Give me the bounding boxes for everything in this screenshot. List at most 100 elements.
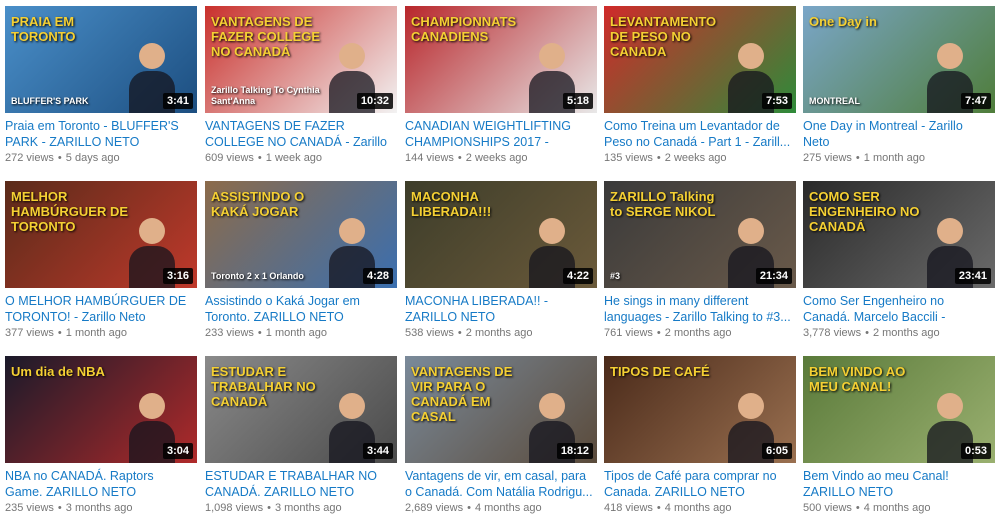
video-meta: 761 views • 2 months ago xyxy=(604,326,796,340)
video-card[interactable]: LEVANTAMENTO DE PESO NO CANADA 7:53 Como T… xyxy=(604,6,796,165)
upload-age: 3 months ago xyxy=(274,502,342,514)
video-meta: 233 views • 1 month ago xyxy=(205,326,397,340)
upload-age: 2 months ago xyxy=(465,327,533,339)
video-meta: 144 views • 2 weeks ago xyxy=(405,151,597,165)
video-thumbnail[interactable]: BEM VINDO AO MEU CANAL! 0:53 xyxy=(803,356,995,463)
video-card[interactable]: ASSISTINDO O KAKÁ JOGAR Toronto 2 x 1 Orl… xyxy=(205,181,397,340)
video-card[interactable]: COMO SER ENGENHEIRO NO CANADÁ 23:41 Como S… xyxy=(803,181,995,340)
view-count: 1,098 views xyxy=(205,502,264,514)
video-title-link[interactable]: Como Ser Engenheiro no Canadá. Marcelo B… xyxy=(803,293,995,325)
separator-dot: • xyxy=(656,152,661,164)
duration-badge: 3:04 xyxy=(162,443,193,459)
video-thumbnail[interactable]: PRAIA EM TORONTO BLUFFER'S PARK 3:41 xyxy=(5,6,197,113)
video-meta: 418 views • 4 months ago xyxy=(604,501,796,515)
video-card[interactable]: VANTAGENS DE FAZER COLLEGE NO CANADÁ Zari… xyxy=(205,6,397,165)
thumbnail-text: CHAMPIONNATS CANADIENS xyxy=(411,14,517,44)
separator-dot: • xyxy=(865,327,869,339)
video-thumbnail[interactable]: ASSISTINDO O KAKÁ JOGAR Toronto 2 x 1 Orl… xyxy=(205,181,397,288)
separator-dot: • xyxy=(656,502,661,514)
duration-badge: 21:34 xyxy=(755,268,792,284)
video-thumbnail[interactable]: Um dia de NBA 3:04 xyxy=(5,356,197,463)
view-count: 144 views xyxy=(405,152,454,164)
video-meta: 272 views • 5 days ago xyxy=(5,151,197,165)
thumbnail-subtext: BLUFFER'S PARK xyxy=(11,96,89,106)
duration-badge: 4:22 xyxy=(562,268,593,284)
video-meta: 538 views • 2 months ago xyxy=(405,326,597,340)
video-thumbnail[interactable]: LEVANTAMENTO DE PESO NO CANADA 7:53 xyxy=(604,6,796,113)
video-grid: PRAIA EM TORONTO BLUFFER'S PARK 3:41 Praia … xyxy=(0,0,1000,520)
video-meta: 377 views • 1 month ago xyxy=(5,326,197,340)
video-title-link[interactable]: Bem Vindo ao meu Canal! ZARILLO NETO xyxy=(803,468,995,500)
video-card[interactable]: Um dia de NBA 3:04 NBA no CANADÁ. Raptors … xyxy=(5,356,197,515)
thumbnail-text: VANTAGENS DE VIR PARA O CANADÁ EM CASAL xyxy=(411,364,513,424)
video-card[interactable]: VANTAGENS DE VIR PARA O CANADÁ EM CASAL 1… xyxy=(405,356,597,515)
video-card[interactable]: MACONHA LIBERADA!!! 4:22 MACONHA LIBERADA!… xyxy=(405,181,597,340)
duration-badge: 5:18 xyxy=(562,93,593,109)
upload-age: 5 days ago xyxy=(65,152,120,164)
duration-badge: 4:28 xyxy=(362,268,393,284)
video-meta: 3,778 views • 2 months ago xyxy=(803,326,995,340)
upload-age: 1 month ago xyxy=(265,327,327,339)
upload-age: 4 months ago xyxy=(664,502,732,514)
video-title-link[interactable]: Como Treina um Levantador de Peso no Can… xyxy=(604,118,796,150)
video-title-link[interactable]: MACONHA LIBERADA!! - ZARILLO NETO xyxy=(405,293,597,325)
video-title-link[interactable]: He sings in many different languages - Z… xyxy=(604,293,796,325)
video-thumbnail[interactable]: ZARILLO Talking to SERGE NIKOL #3 21:34 xyxy=(604,181,796,288)
duration-badge: 10:32 xyxy=(356,93,393,109)
video-card[interactable]: ESTUDAR E TRABALHAR NO CANADÁ 3:44 ESTUDAR… xyxy=(205,356,397,515)
video-thumbnail[interactable]: VANTAGENS DE VIR PARA O CANADÁ EM CASAL 1… xyxy=(405,356,597,463)
upload-age: 4 months ago xyxy=(474,502,542,514)
video-title-link[interactable]: Vantagens de vir, em casal, para o Canad… xyxy=(405,468,597,500)
video-card[interactable]: PRAIA EM TORONTO BLUFFER'S PARK 3:41 Praia … xyxy=(5,6,197,165)
view-count: 377 views xyxy=(5,327,54,339)
thumbnail-text: COMO SER ENGENHEIRO NO CANADÁ xyxy=(809,189,920,234)
upload-age: 1 month ago xyxy=(65,327,127,339)
video-thumbnail[interactable]: COMO SER ENGENHEIRO NO CANADÁ 23:41 xyxy=(803,181,995,288)
separator-dot: • xyxy=(257,152,262,164)
thumbnail-text: Um dia de NBA xyxy=(11,364,105,379)
video-thumbnail[interactable]: MACONHA LIBERADA!!! 4:22 xyxy=(405,181,597,288)
video-thumbnail[interactable]: MELHOR HAMBÚRGUER DE TORONTO 3:16 xyxy=(5,181,197,288)
video-card[interactable]: TIPOS DE CAFÉ 6:05 Tipos de Café para comp… xyxy=(604,356,796,515)
thumbnail-text: MELHOR HAMBÚRGUER DE TORONTO xyxy=(11,189,128,234)
video-meta: 500 views • 4 months ago xyxy=(803,501,995,515)
view-count: 275 views xyxy=(803,152,852,164)
video-title-link[interactable]: ESTUDAR E TRABALHAR NO CANADÁ. ZARILLO N… xyxy=(205,468,397,500)
duration-badge: 3:44 xyxy=(362,443,393,459)
thumbnail-text: One Day in xyxy=(809,14,877,29)
upload-age: 3 months ago xyxy=(65,502,133,514)
video-meta: 135 views • 2 weeks ago xyxy=(604,151,796,165)
view-count: 2,689 views xyxy=(405,502,464,514)
video-card[interactable]: MELHOR HAMBÚRGUER DE TORONTO 3:16 O MELHOR… xyxy=(5,181,197,340)
upload-age: 2 weeks ago xyxy=(664,152,727,164)
video-title-link[interactable]: Praia em Toronto - BLUFFER'S PARK - ZARI… xyxy=(5,118,197,150)
duration-badge: 23:41 xyxy=(954,268,991,284)
video-title-link[interactable]: VANTAGENS DE FAZER COLLEGE NO CANADÁ - Z… xyxy=(205,118,397,150)
separator-dot: • xyxy=(57,327,62,339)
video-thumbnail[interactable]: One Day in MONTREAL 7:47 xyxy=(803,6,995,113)
video-thumbnail[interactable]: CHAMPIONNATS CANADIENS 5:18 xyxy=(405,6,597,113)
upload-age: 1 month ago xyxy=(863,152,925,164)
video-card[interactable]: ZARILLO Talking to SERGE NIKOL #3 21:34 He … xyxy=(604,181,796,340)
thumbnail-text: VANTAGENS DE FAZER COLLEGE NO CANADÁ xyxy=(211,14,321,59)
video-title-link[interactable]: O MELHOR HAMBÚRGUER DE TORONTO! - Zarill… xyxy=(5,293,197,325)
video-thumbnail[interactable]: TIPOS DE CAFÉ 6:05 xyxy=(604,356,796,463)
video-card[interactable]: BEM VINDO AO MEU CANAL! 0:53 Bem Vindo ao … xyxy=(803,356,995,515)
separator-dot: • xyxy=(457,327,462,339)
upload-age: 1 week ago xyxy=(265,152,323,164)
video-title-link[interactable]: CANADIAN WEIGHTLIFTING CHAMPIONSHIPS 201… xyxy=(405,118,597,150)
separator-dot: • xyxy=(57,152,62,164)
video-title-link[interactable]: Assistindo o Kaká Jogar em Toronto. ZARI… xyxy=(205,293,397,325)
video-thumbnail[interactable]: VANTAGENS DE FAZER COLLEGE NO CANADÁ Zari… xyxy=(205,6,397,113)
video-thumbnail[interactable]: ESTUDAR E TRABALHAR NO CANADÁ 3:44 xyxy=(205,356,397,463)
duration-badge: 18:12 xyxy=(556,443,593,459)
view-count: 500 views xyxy=(803,502,852,514)
duration-badge: 3:16 xyxy=(162,268,193,284)
video-meta: 609 views • 1 week ago xyxy=(205,151,397,165)
video-title-link[interactable]: Tipos de Café para comprar no Canada. ZA… xyxy=(604,468,796,500)
video-card[interactable]: CHAMPIONNATS CANADIENS 5:18 CANADIAN WEIGH… xyxy=(405,6,597,165)
video-card[interactable]: One Day in MONTREAL 7:47 One Day in Montrea… xyxy=(803,6,995,165)
thumbnail-text: PRAIA EM TORONTO xyxy=(11,14,76,44)
video-title-link[interactable]: NBA no CANADÁ. Raptors Game. ZARILLO NET… xyxy=(5,468,197,500)
video-title-link[interactable]: One Day in Montreal - Zarillo Neto xyxy=(803,118,995,150)
